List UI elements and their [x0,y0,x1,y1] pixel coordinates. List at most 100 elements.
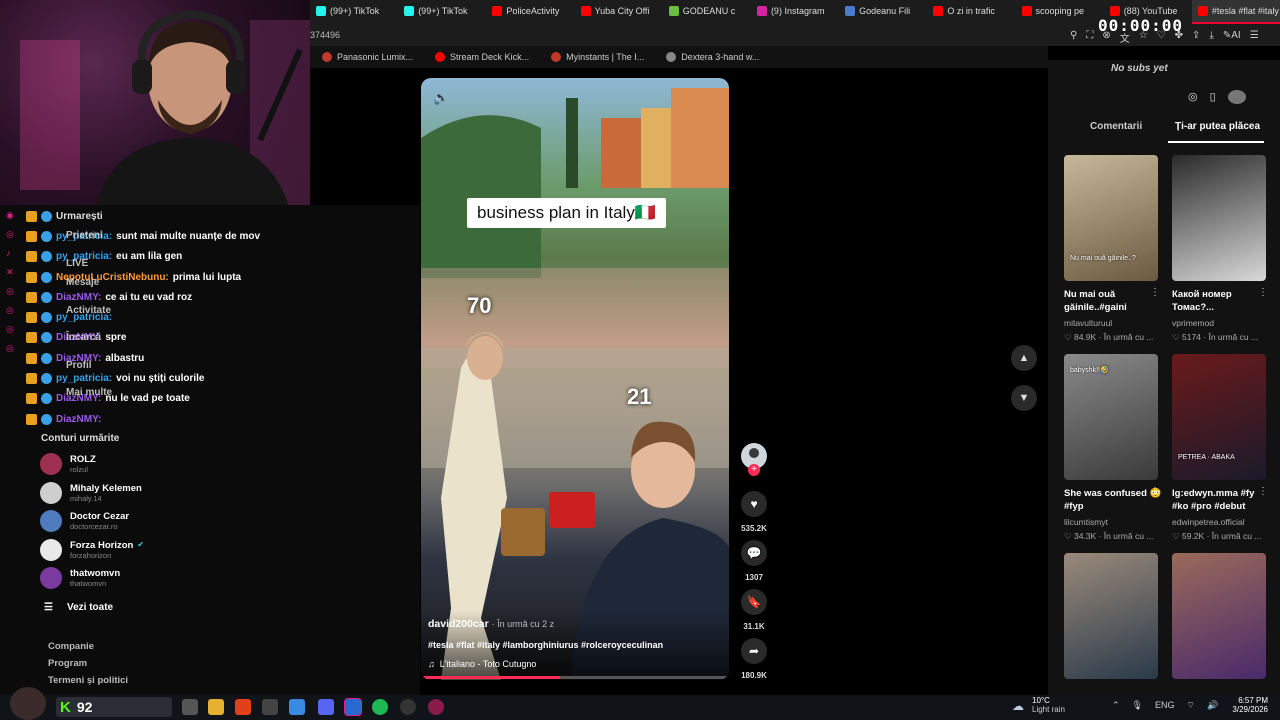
browser-tab[interactable]: GODEANU c [663,0,751,24]
nav-live[interactable]: LIVE [66,256,112,272]
browser-tab[interactable]: (99+) TikTok [310,0,398,24]
spotify-icon[interactable] [372,699,388,715]
heart-icon[interactable]: ♡ [1157,30,1166,45]
recommended-thumbnail[interactable]: PETREA · ABAKA [1172,354,1266,480]
next-video-button[interactable]: ▼ [1011,385,1037,411]
phone-icon[interactable]: ▯ [1210,90,1216,104]
store-icon[interactable] [289,699,305,715]
thumbnail-text: Nu mai ouă găinile..? [1070,255,1136,262]
browser-tab[interactable]: scooping pe [1016,0,1104,24]
discord-icon[interactable] [318,699,334,715]
footer-link-company[interactable]: Companie [48,641,94,652]
video-progress-track[interactable] [421,676,729,679]
nav-more[interactable]: Mai multe [66,385,112,401]
share-button[interactable]: ➦ [741,638,767,664]
browser-tab[interactable]: Godeanu Fili [839,0,927,24]
recommended-thumbnail[interactable]: Nu mai ouă găinile..? [1064,155,1158,281]
footer-link-terms[interactable]: Termeni și politici [48,675,128,686]
followed-account[interactable]: Forza Horizon forzahorizon ✔ [40,538,144,561]
followed-account[interactable]: Mihaly Kelemen mihaly.14 [40,481,142,504]
bookmark[interactable]: Dextera 3-hand w... [666,52,759,62]
thumbnail-text: PETREA · ABAKA [1178,454,1235,461]
browser-tab[interactable]: PoliceActivity [486,0,574,24]
recommended-title[interactable]: lg:edwyn.mma #fy #ko #pro #debut [1172,487,1270,513]
video-hashtags[interactable]: #tesla #flat #italy #lamborghiniurus #ro… [428,640,663,650]
volume-icon[interactable]: 🔈 [433,90,449,106]
chat-username[interactable]: DiazNMY: [56,414,101,425]
share-icon[interactable]: ⇪ [1192,30,1200,45]
nav-activity[interactable]: Activitate [66,303,112,319]
mic-icon[interactable]: 🎙 [1132,700,1143,711]
chat-username[interactable]: Urmarești [56,211,103,222]
bookmark[interactable]: Myinstants | The I... [551,52,644,62]
see-all-link[interactable]: ☰ Vezi toate [44,602,113,613]
recommended-thumbnail[interactable]: babyshk!!🤣 [1064,354,1158,480]
menu-icon[interactable]: ☰ [1250,30,1259,45]
recommended-thumbnail[interactable] [1064,553,1158,679]
followed-account[interactable]: ROLZ rolzul [40,453,96,475]
taskview-icon[interactable] [182,699,198,715]
recommended-title[interactable]: She was confused 😳 #fyp [1064,487,1162,513]
video-author[interactable]: david200car [428,618,489,630]
speaker-icon[interactable]: 🔊 [1207,700,1218,711]
recommended-user[interactable]: vprimemod [1172,318,1214,328]
followed-account[interactable]: Doctor Cezar doctorcezar.ro [40,510,129,533]
chevron-up-icon: ▲ [1018,352,1030,364]
nav-profile[interactable]: Profil [66,358,112,374]
steam-icon[interactable] [400,699,416,715]
video-music[interactable]: ♫ L'italiano - Toto Cutugno [428,659,536,669]
recommended-user[interactable]: lilcumtismyt [1064,517,1108,527]
tab-comments[interactable]: Comentarii [1090,121,1142,132]
recommended-user[interactable]: edwinpetrea.official [1172,517,1245,527]
nav-messages[interactable]: Mesaje [66,275,112,291]
recommended-title[interactable]: Nu mai ouă găinile..#gaini [1064,288,1162,314]
browser-tab-active[interactable]: #tesla #flat #italy [1191,0,1280,24]
clock[interactable]: 6:57 PM 3/29/2026 [1228,696,1268,714]
bookmark[interactable]: Panasonic Lumix... [322,52,413,62]
file-explorer-icon[interactable] [208,699,224,715]
star-icon[interactable]: ☆ [1139,30,1148,45]
app-icon[interactable] [428,699,444,715]
weather-widget[interactable]: 10°C Light rain [1032,696,1065,714]
recommended-thumbnail[interactable] [1172,155,1266,281]
nav-friends[interactable]: Prieteni [66,228,112,244]
brave-icon[interactable] [235,699,251,715]
more-options-icon[interactable]: ⋮ [1258,287,1268,298]
pin-icon[interactable]: ⚲ [1070,30,1077,45]
previous-video-button[interactable]: ▲ [1011,345,1037,371]
translate-icon[interactable]: 文 [1120,30,1130,45]
follow-plus-icon[interactable]: + [748,464,760,476]
nav-upload[interactable]: Încarcă [66,330,112,346]
more-options-icon[interactable]: ⋮ [1258,486,1268,497]
download-icon[interactable]: ⤓ [1209,30,1213,45]
crop-icon[interactable]: ⛶ [1086,30,1093,45]
more-options-icon[interactable]: ⋮ [1150,486,1160,497]
more-options-icon[interactable]: ⋮ [1150,287,1160,298]
ai-icon[interactable]: ✎AI [1223,30,1241,45]
language-indicator[interactable]: ENG [1155,700,1175,711]
meta-separator: · [1204,531,1212,541]
puzzle-icon[interactable]: ✤ [1175,30,1183,45]
recommended-thumbnail[interactable] [1172,553,1266,679]
tab-recommended[interactable]: Ți-ar putea plăcea [1175,121,1260,132]
browser-tab[interactable]: O zi in trafic [927,0,1015,24]
compass-icon[interactable]: ◎ [1188,90,1198,104]
chevron-up-icon[interactable]: ⌃ [1112,700,1120,711]
comment-button[interactable]: 💬 [741,540,767,566]
video-player[interactable]: 🔈 business plan in Italy🇮🇹 70 21 david20… [421,78,729,680]
obs-icon[interactable] [262,699,278,715]
recommended-user[interactable]: mitavulturuul [1064,318,1112,328]
save-button[interactable]: 🔖 [741,589,767,615]
bookmark[interactable]: Stream Deck Kick... [435,52,529,62]
like-button[interactable]: ♥ [741,491,767,517]
browser-tab[interactable]: (99+) TikTok [398,0,486,24]
active-app-icon[interactable] [344,698,362,716]
browser-tab[interactable]: Yuba City Offi [575,0,663,24]
user-avatar[interactable] [1227,90,1246,104]
followed-account[interactable]: thatwomvn thatwomvn [40,567,120,590]
recommended-title[interactable]: Какой номер Томас?... [1172,288,1270,314]
close-circle-icon[interactable]: ⊗ [1102,30,1110,45]
footer-link-program[interactable]: Program [48,658,87,669]
wifi-icon[interactable]: ⌔ [1187,700,1195,711]
browser-tab[interactable]: (9) Instagram [751,0,839,24]
